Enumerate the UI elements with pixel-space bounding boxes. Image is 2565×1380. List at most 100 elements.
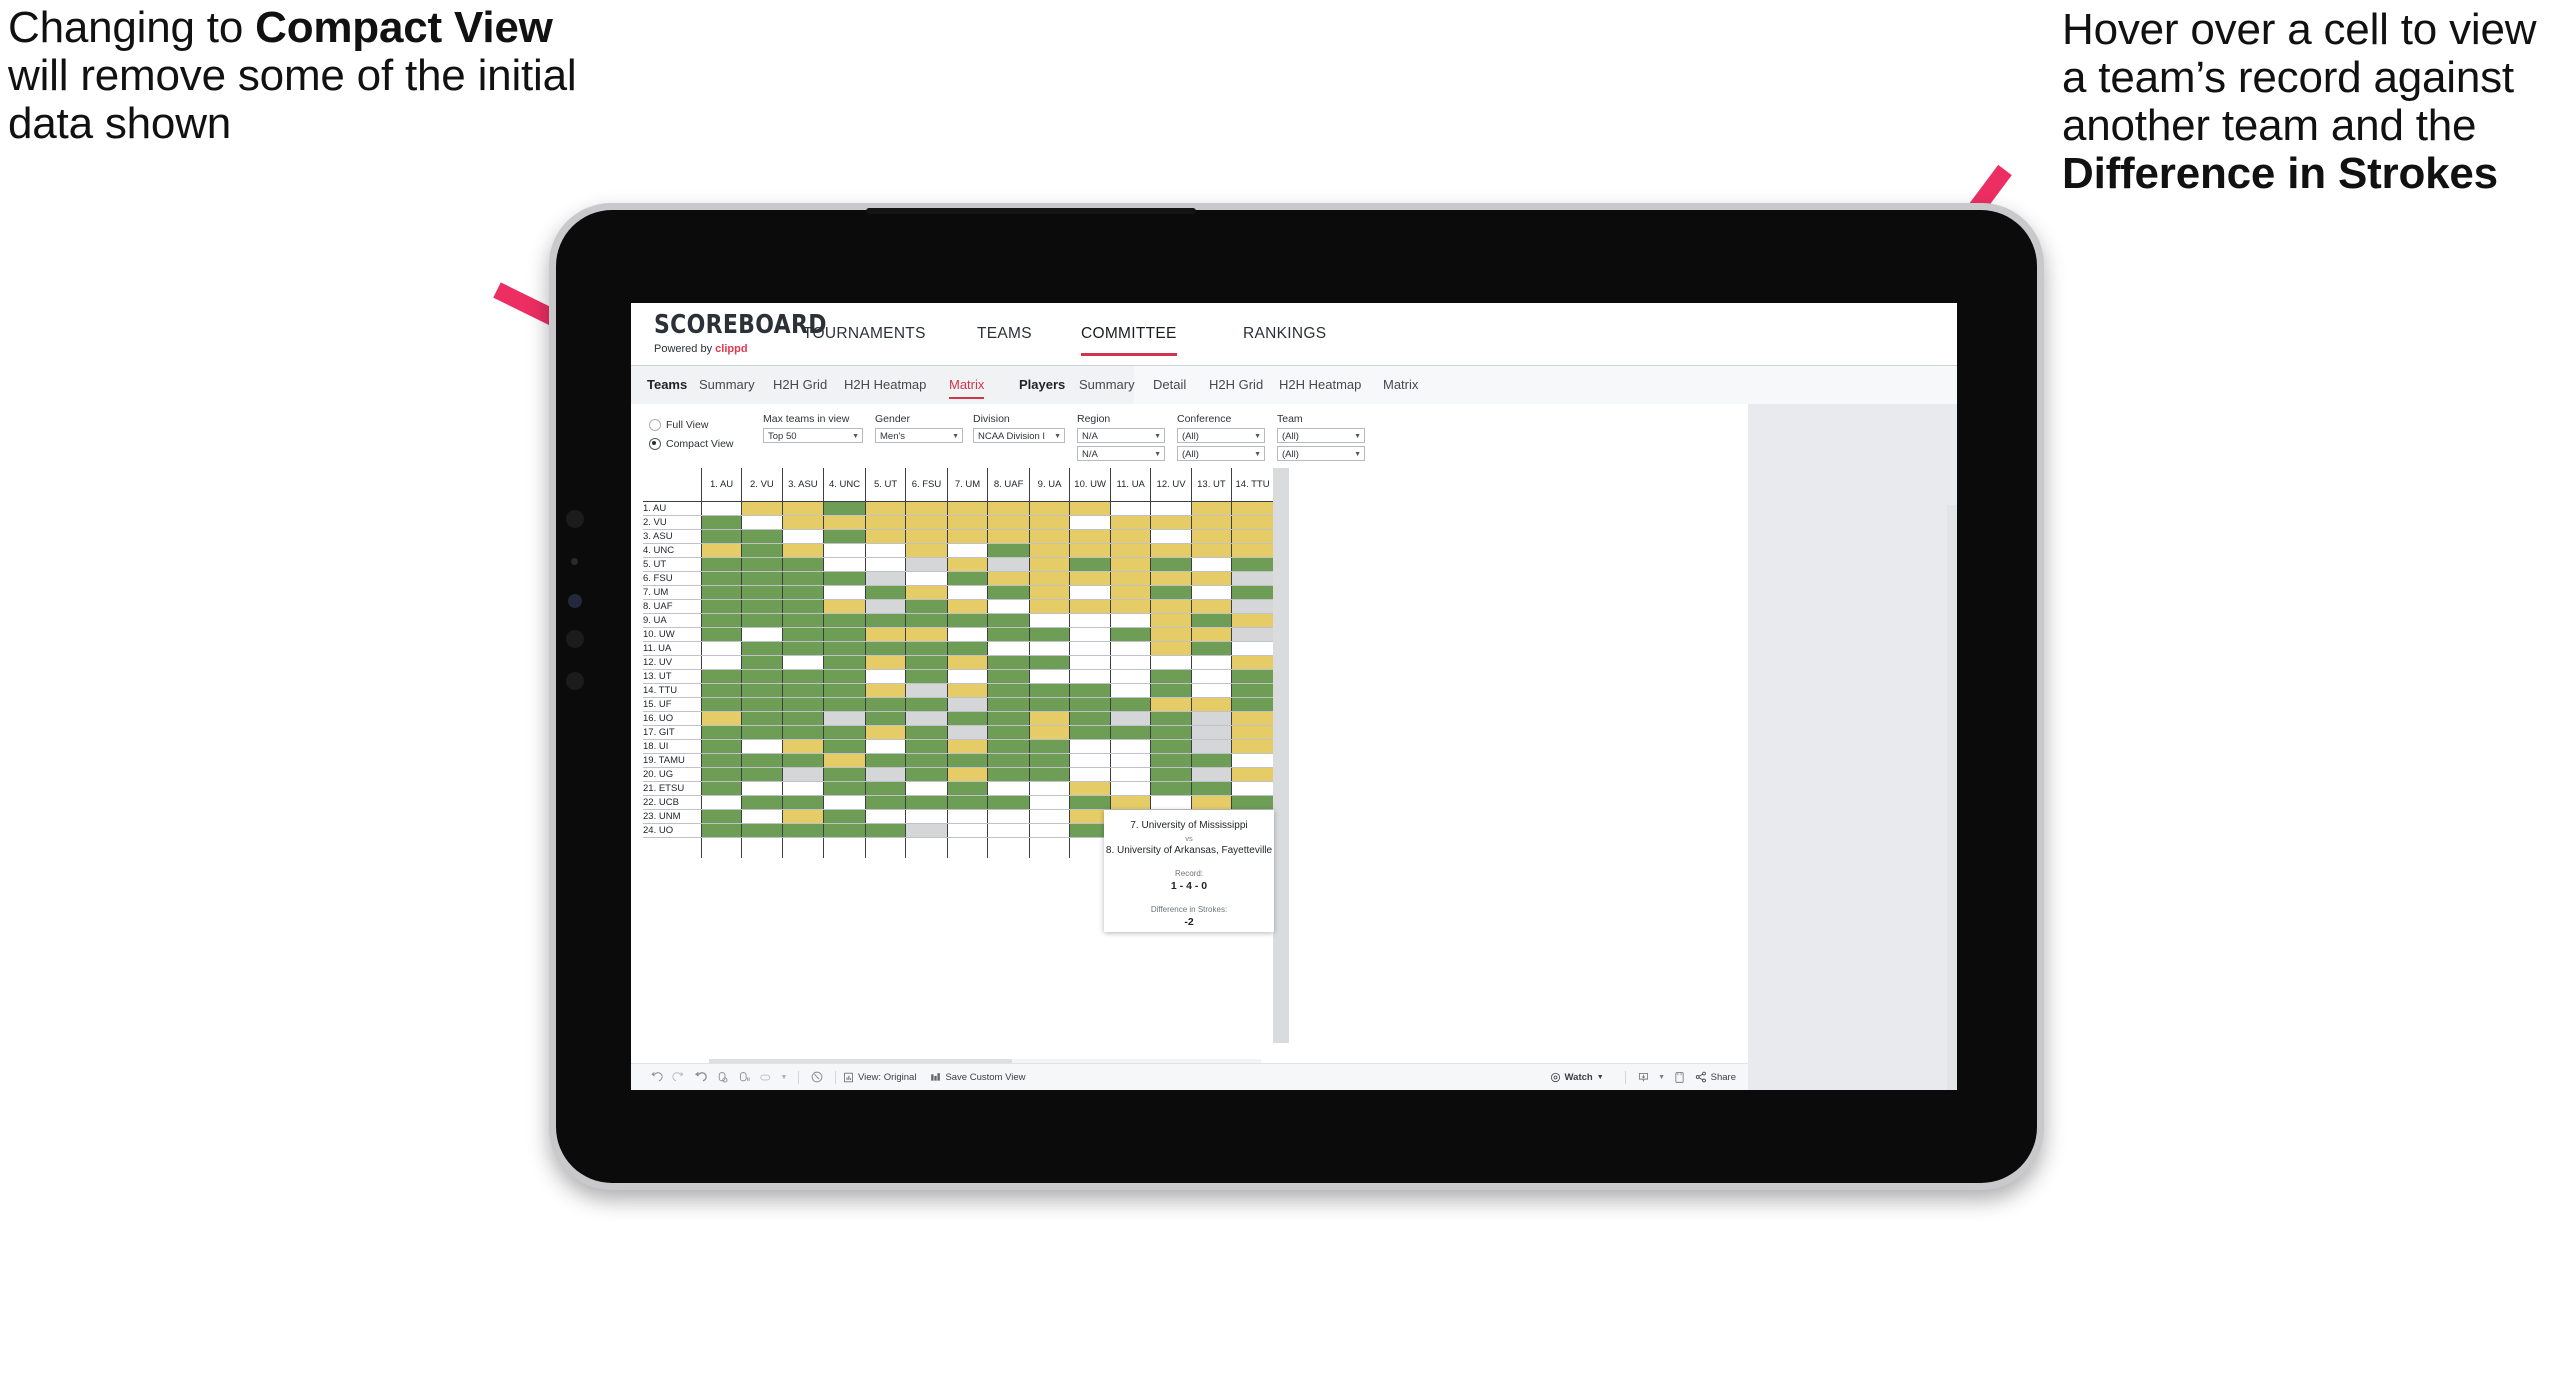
matrix-cell[interactable] <box>864 515 906 530</box>
matrix-cell[interactable] <box>946 809 988 824</box>
matrix-cell[interactable] <box>1150 543 1192 558</box>
filter-gender-select[interactable]: Men's ▼ <box>875 427 963 443</box>
matrix-cell[interactable] <box>1231 543 1273 558</box>
matrix-cell[interactable] <box>823 655 866 670</box>
matrix-row-header[interactable]: 21. ETSU <box>643 781 702 796</box>
matrix-cell[interactable] <box>864 753 906 768</box>
matrix-cell[interactable] <box>946 543 988 558</box>
matrix-cell[interactable] <box>864 543 906 558</box>
filter-region-select-2[interactable]: N/A ▼ <box>1077 445 1165 461</box>
matrix-row-header[interactable]: 24. UO <box>643 823 702 838</box>
matrix-cell[interactable] <box>781 725 824 740</box>
matrix-row-header[interactable]: 23. UNM <box>643 809 702 824</box>
matrix-cell[interactable] <box>1150 585 1192 600</box>
matrix-row-header[interactable]: 1. AU <box>643 501 702 516</box>
matrix-cell[interactable] <box>905 739 948 754</box>
matrix-column-header[interactable]: 2. VU <box>741 468 783 502</box>
nav-teams[interactable]: TEAMS <box>977 303 1032 365</box>
matrix-table[interactable]: 1. AU 2. VU 3. ASU 4. UNC 5. UT 6. FSU 7. UM 8.… <box>643 468 1273 858</box>
matrix-cell[interactable] <box>741 739 783 754</box>
matrix-cell[interactable] <box>987 627 1030 642</box>
matrix-cell[interactable] <box>864 627 906 642</box>
matrix-column-header[interactable]: 12. UV <box>1150 468 1192 502</box>
matrix-row-header[interactable]: 3. ASU <box>643 529 702 544</box>
matrix-cell[interactable] <box>1069 529 1111 544</box>
matrix-row-header[interactable]: 8. UAF <box>643 599 702 614</box>
matrix-cell[interactable] <box>1110 697 1151 712</box>
matrix-cell[interactable] <box>905 543 948 558</box>
matrix-cell[interactable] <box>905 697 948 712</box>
subnav-players-h2h-grid[interactable]: H2H Grid <box>1209 366 1263 404</box>
matrix-cell[interactable] <box>1190 641 1232 656</box>
matrix-cell[interactable] <box>741 641 783 656</box>
matrix-cell[interactable] <box>864 613 906 628</box>
matrix-cell[interactable] <box>1110 585 1151 600</box>
subnav-teams-h2h-grid[interactable]: H2H Grid <box>773 366 827 404</box>
filter-team-select-2[interactable]: (All) ▼ <box>1277 445 1365 461</box>
matrix-cell[interactable] <box>1231 641 1273 656</box>
matrix-cell[interactable] <box>1231 753 1273 768</box>
matrix-cell[interactable] <box>946 795 988 810</box>
matrix-cell[interactable] <box>1069 557 1111 572</box>
matrix-cell[interactable] <box>741 627 783 642</box>
matrix-cell[interactable] <box>1110 599 1151 614</box>
matrix-cell[interactable] <box>1110 627 1151 642</box>
subnav-teams-summary[interactable]: Summary <box>699 366 755 404</box>
matrix-cell[interactable] <box>1110 613 1151 628</box>
matrix-cell[interactable] <box>823 697 866 712</box>
subnav-players-summary[interactable]: Summary <box>1079 366 1135 404</box>
matrix-cell[interactable] <box>1150 711 1192 726</box>
matrix-cell[interactable] <box>1190 767 1232 782</box>
redo-icon[interactable] <box>667 1064 689 1091</box>
highlight-icon[interactable] <box>755 1064 777 1091</box>
matrix-cell[interactable] <box>946 781 988 796</box>
matrix-cell[interactable] <box>700 501 742 516</box>
matrix-cell[interactable] <box>864 585 906 600</box>
filter-region-select-1[interactable]: N/A ▼ <box>1077 427 1165 443</box>
radio-compact-view[interactable]: Compact View <box>649 436 741 452</box>
matrix-cell[interactable] <box>905 613 948 628</box>
filter-team-select-1[interactable]: (All) ▼ <box>1277 427 1365 443</box>
matrix-cell[interactable] <box>823 739 866 754</box>
matrix-cell[interactable] <box>700 613 742 628</box>
matrix-cell[interactable] <box>781 557 824 572</box>
matrix-cell[interactable] <box>946 627 988 642</box>
matrix-cell[interactable] <box>741 557 783 572</box>
matrix-cell[interactable] <box>864 823 906 838</box>
matrix-cell[interactable] <box>1150 753 1192 768</box>
matrix-cell[interactable] <box>1110 753 1151 768</box>
matrix-cell[interactable] <box>905 529 948 544</box>
matrix-row-header[interactable]: 2. VU <box>643 515 702 530</box>
download-icon[interactable] <box>1633 1064 1655 1091</box>
matrix-cell[interactable] <box>1231 669 1273 684</box>
matrix-cell[interactable] <box>864 641 906 656</box>
matrix-cell[interactable] <box>987 753 1030 768</box>
matrix-heatmap[interactable]: 1. AU 2. VU 3. ASU 4. UNC 5. UT 6. FSU 7. UM 8.… <box>643 468 1273 1056</box>
matrix-cell[interactable] <box>1028 515 1070 530</box>
matrix-cell[interactable] <box>741 669 783 684</box>
matrix-cell[interactable] <box>1231 613 1273 628</box>
matrix-cell[interactable] <box>700 795 742 810</box>
subnav-teams-matrix[interactable]: Matrix <box>949 366 985 404</box>
matrix-cell[interactable] <box>864 697 906 712</box>
matrix-cell[interactable] <box>700 543 742 558</box>
matrix-cell[interactable] <box>823 557 866 572</box>
matrix-cell[interactable] <box>1190 781 1232 796</box>
matrix-cell[interactable] <box>1028 557 1070 572</box>
matrix-cell[interactable] <box>1150 515 1192 530</box>
matrix-cell[interactable] <box>987 543 1030 558</box>
matrix-cell[interactable] <box>1028 725 1070 740</box>
pause-auto-update-icon[interactable] <box>733 1064 755 1091</box>
matrix-cell[interactable] <box>1231 571 1273 586</box>
matrix-cell[interactable] <box>946 697 988 712</box>
matrix-cell[interactable] <box>1150 781 1192 796</box>
matrix-cell[interactable] <box>700 641 742 656</box>
matrix-cell[interactable] <box>1028 599 1070 614</box>
matrix-cell[interactable] <box>946 767 988 782</box>
subnav-players-h2h-heatmap[interactable]: H2H Heatmap <box>1279 366 1361 404</box>
view-original-button[interactable]: View: Original <box>843 1072 916 1083</box>
matrix-cell[interactable] <box>1150 655 1192 670</box>
matrix-cell[interactable] <box>864 683 906 698</box>
matrix-cell[interactable] <box>1231 781 1273 796</box>
matrix-row-header[interactable]: 17. GIT <box>643 725 702 740</box>
